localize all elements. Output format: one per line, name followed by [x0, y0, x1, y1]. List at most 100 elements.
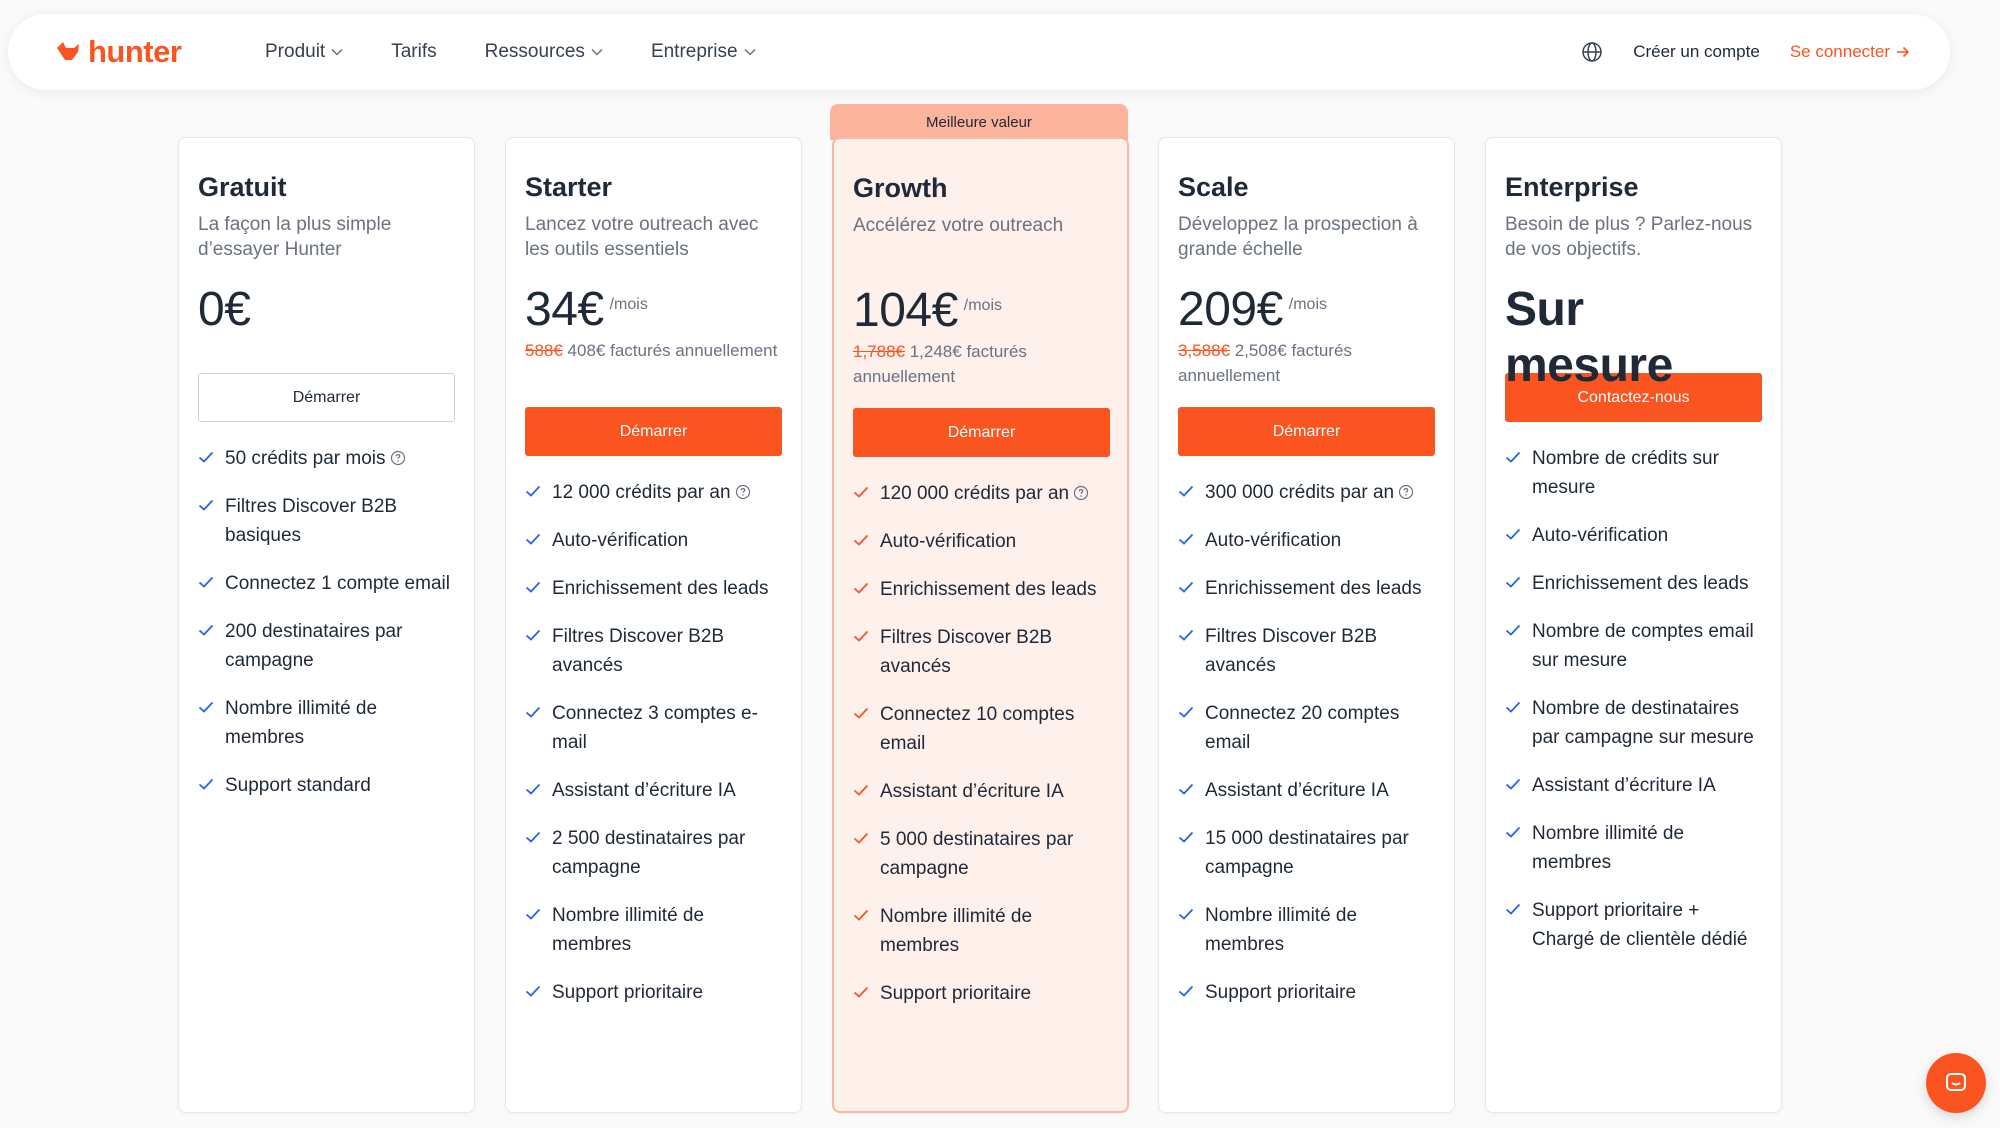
feature-text: Enrichissement des leads — [552, 574, 769, 603]
feature-text: Connectez 3 comptes e-mail — [552, 699, 782, 757]
feature-text: 5 000 destinataires par campagne — [880, 825, 1108, 883]
check-icon — [853, 832, 869, 844]
check-icon — [198, 624, 214, 636]
feature-text: Filtres Discover B2B avancés — [880, 623, 1108, 681]
help-icon[interactable] — [390, 450, 406, 466]
feature-text: Auto-vérification — [1532, 521, 1668, 550]
feature-text: Assistant d’écriture IA — [552, 776, 736, 805]
feature-label: Enrichissement des leads — [552, 578, 769, 599]
help-icon[interactable] — [1073, 485, 1089, 501]
help-icon[interactable] — [1398, 484, 1414, 500]
feature-label: Nombre illimité de membres — [1205, 905, 1358, 955]
price-row: Sur mesure — [1505, 282, 1762, 392]
feature-item: Auto-vérification — [1505, 521, 1762, 550]
feature-item: Assistant d’écriture IA — [1178, 776, 1435, 805]
feature-item: Enrichissement des leads — [1178, 574, 1435, 603]
feature-text: Assistant d’écriture IA — [1532, 771, 1716, 800]
feature-label: Auto-vérification — [1532, 525, 1669, 546]
feature-text: 2 500 destinataires par campagne — [552, 824, 782, 882]
feature-item: Support standard — [198, 771, 455, 800]
plan-description: Accélérez votre outreach — [853, 215, 1064, 236]
check-icon — [525, 485, 541, 497]
feature-label: Auto-vérification — [1205, 530, 1342, 551]
plan-description: Développez la prospection à grande échel… — [1178, 214, 1418, 260]
feature-label: Enrichissement des leads — [880, 579, 1097, 600]
check-icon — [853, 707, 869, 719]
plan-cta-button[interactable]: Démarrer — [525, 407, 782, 456]
feature-text: Auto-vérification — [1205, 526, 1341, 555]
check-icon — [1178, 985, 1194, 997]
feature-item: Filtres Discover B2B avancés — [1178, 622, 1435, 680]
feature-text: 15 000 destinataires par campagne — [1205, 824, 1435, 882]
feature-text: Support prioritaire — [552, 978, 703, 1007]
check-icon — [1505, 528, 1521, 540]
plan-name: Starter — [525, 172, 613, 202]
feature-text: Nombre illimité de membres — [1205, 901, 1435, 959]
feature-item: Enrichissement des leads — [853, 575, 1108, 604]
check-icon — [1178, 706, 1194, 718]
feature-item: Connectez 3 comptes e-mail — [525, 699, 782, 757]
old-price: 588€ — [525, 341, 563, 360]
feature-label: Nombre illimité de membres — [552, 905, 705, 955]
feature-item: Assistant d’écriture IA — [525, 776, 782, 805]
feature-item: Connectez 10 comptes email — [853, 700, 1108, 758]
feature-item: 200 destinataires par campagne — [198, 617, 455, 675]
price-period: /mois — [1288, 296, 1328, 313]
feature-label: Nombre illimité de membres — [1532, 823, 1685, 873]
feature-text: Filtres Discover B2B basiques — [225, 492, 455, 550]
feature-label: Connectez 20 comptes email — [1205, 703, 1400, 753]
feature-list: 12 000 crédits par an Auto-vérification En… — [525, 478, 782, 1007]
feature-label: Auto-vérification — [880, 531, 1017, 552]
check-icon — [1505, 903, 1521, 915]
feature-text: 300 000 crédits par an — [1205, 478, 1414, 507]
plan-price: Sur mesure — [1505, 283, 1673, 392]
check-icon — [1178, 783, 1194, 795]
plan-name: Enterprise — [1505, 172, 1639, 202]
feature-item: Filtres Discover B2B avancés — [525, 622, 782, 680]
check-icon — [198, 499, 214, 511]
check-icon — [198, 451, 214, 463]
feature-label: Enrichissement des leads — [1532, 573, 1749, 594]
feature-item: Nombre de crédits sur mesure — [1505, 444, 1762, 502]
feature-label: Enrichissement des leads — [1205, 578, 1422, 599]
price-period: /mois — [609, 296, 648, 313]
feature-label: Connectez 1 compte email — [225, 573, 450, 594]
feature-label: Filtres Discover B2B avancés — [880, 627, 1053, 677]
help-icon[interactable] — [735, 484, 751, 500]
feature-text: Connectez 10 comptes email — [880, 700, 1108, 758]
feature-label: 2 500 destinataires par campagne — [552, 828, 746, 878]
plan-cta-button[interactable]: Démarrer — [853, 408, 1110, 457]
check-icon — [853, 986, 869, 998]
check-icon — [525, 533, 541, 545]
check-icon — [1178, 485, 1194, 497]
plan-card-content: Scale Développez la prospection à grande… — [1178, 172, 1435, 1026]
feature-label: Connectez 10 comptes email — [880, 704, 1075, 754]
feature-text: Filtres Discover B2B avancés — [1205, 622, 1435, 680]
price-period: /mois — [963, 297, 1003, 314]
feature-item: 120 000 crédits par an — [853, 479, 1108, 508]
plan-price: 209€ — [1178, 283, 1283, 336]
plan-description: La façon la plus simple d’essayer Hunter — [198, 214, 392, 260]
old-price: 1,788€ — [853, 342, 905, 361]
check-icon — [525, 629, 541, 641]
feature-label: Assistant d’écriture IA — [552, 780, 736, 801]
check-icon — [525, 783, 541, 795]
feature-item: Filtres Discover B2B avancés — [853, 623, 1108, 681]
feature-label: 5 000 destinataires par campagne — [880, 829, 1074, 879]
plan-cta-button[interactable]: Démarrer — [198, 373, 455, 422]
feature-text: 200 destinataires par campagne — [225, 617, 455, 675]
feature-text: Nombre de comptes email sur mesure — [1532, 617, 1762, 675]
chat-launcher-button[interactable] — [1926, 1053, 1986, 1113]
feature-label: 15 000 destinataires par campagne — [1205, 828, 1409, 878]
plan-card-content: Growth Accélérez votre outreach 104€ /moi… — [853, 173, 1110, 1027]
check-icon — [853, 630, 869, 642]
feature-item: Nombre de destinataires par campagne sur… — [1505, 694, 1762, 752]
check-icon — [198, 576, 214, 588]
plan-cta-button[interactable]: Démarrer — [1178, 407, 1435, 456]
feature-item: Enrichissement des leads — [525, 574, 782, 603]
feature-item: Nombre de comptes email sur mesure — [1505, 617, 1762, 675]
plan-name: Scale — [1178, 172, 1249, 202]
feature-list: Nombre de crédits sur mesure Auto-vérific… — [1505, 444, 1762, 954]
feature-text: Nombre illimité de membres — [552, 901, 782, 959]
feature-item: Support prioritaire — [525, 978, 782, 1007]
